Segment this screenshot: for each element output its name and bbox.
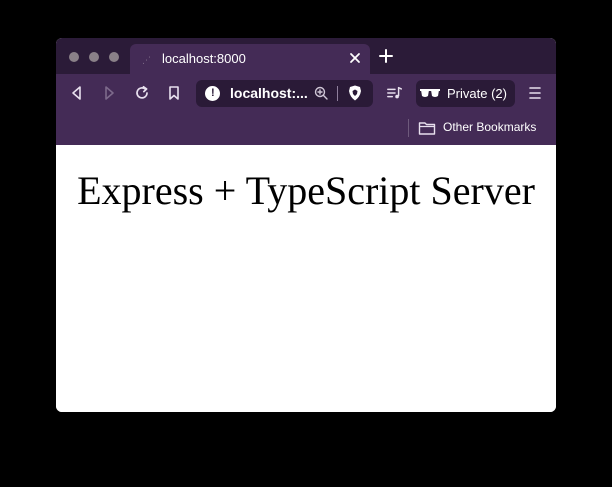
plus-icon[interactable] bbox=[378, 48, 394, 64]
menu-icon[interactable] bbox=[526, 84, 544, 102]
page-content: Express + TypeScript Server bbox=[56, 145, 556, 412]
tab-active[interactable]: ⋰ localhost:8000 bbox=[130, 44, 370, 74]
zoom-icon[interactable] bbox=[313, 85, 329, 101]
reload-icon[interactable] bbox=[133, 84, 151, 102]
private-glasses-icon bbox=[420, 89, 440, 97]
other-bookmarks-link[interactable]: Other Bookmarks bbox=[443, 120, 536, 134]
address-bar-divider bbox=[337, 86, 338, 101]
brave-shield-icon[interactable] bbox=[346, 84, 364, 102]
bookmarks-bar: Other Bookmarks bbox=[56, 112, 556, 145]
address-bar-url: localhost:... bbox=[230, 85, 308, 101]
address-bar[interactable]: ! localhost:... bbox=[196, 80, 373, 107]
window-close-dot[interactable] bbox=[69, 52, 79, 62]
tab-strip: ⋰ localhost:8000 bbox=[56, 38, 556, 74]
close-icon[interactable] bbox=[346, 49, 364, 67]
bookmark-icon[interactable] bbox=[165, 84, 183, 102]
loading-icon: ⋰ bbox=[142, 55, 151, 65]
page-title: Express + TypeScript Server bbox=[77, 168, 535, 213]
forward-icon[interactable] bbox=[100, 84, 118, 102]
info-icon[interactable]: ! bbox=[205, 86, 220, 101]
browser-window: ⋰ localhost:8000 ! localhost:... Private… bbox=[56, 38, 556, 412]
private-window-label: Private (2) bbox=[447, 86, 507, 101]
window-minimize-dot[interactable] bbox=[89, 52, 99, 62]
tab-title: localhost:8000 bbox=[162, 51, 246, 66]
folder-icon[interactable] bbox=[418, 120, 436, 136]
window-zoom-dot[interactable] bbox=[109, 52, 119, 62]
private-window-indicator[interactable]: Private (2) bbox=[416, 80, 515, 107]
playlist-icon[interactable] bbox=[386, 84, 404, 102]
navigation-toolbar: ! localhost:... Private (2) bbox=[56, 74, 556, 112]
back-icon[interactable] bbox=[68, 84, 86, 102]
bookmarks-divider bbox=[408, 119, 409, 137]
